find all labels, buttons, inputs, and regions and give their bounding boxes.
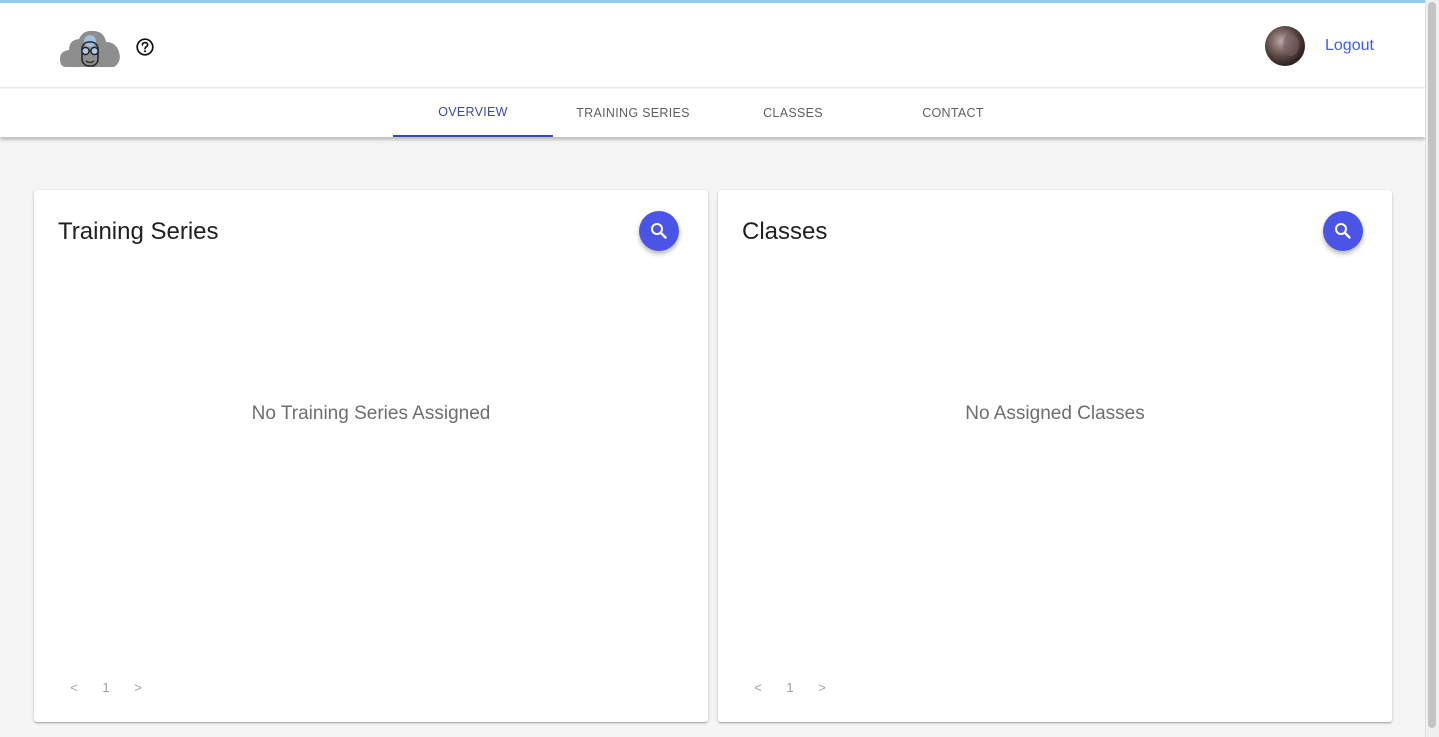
search-icon (651, 223, 667, 239)
tab-overview[interactable]: OVERVIEW (393, 89, 553, 137)
user-avatar[interactable] (1265, 26, 1305, 66)
logout-link[interactable]: Logout (1325, 37, 1374, 55)
search-training-series-button[interactable] (639, 211, 679, 251)
pagination: < 1 > (742, 680, 838, 695)
main-tabs: OVERVIEW TRAINING SERIES CLASSES CONTACT (0, 89, 1425, 137)
page-number[interactable]: 1 (90, 680, 122, 695)
next-page-button[interactable]: > (122, 680, 154, 695)
empty-state-message: No Assigned Classes (965, 403, 1145, 424)
app-header: Logout (0, 3, 1425, 88)
pagination: < 1 > (58, 680, 154, 695)
question-circle-icon[interactable] (135, 37, 155, 57)
cloud-glasses-logo-icon[interactable] (58, 25, 122, 73)
card-title: Classes (742, 218, 828, 245)
page-number[interactable]: 1 (774, 680, 806, 695)
scrollbar-thumb[interactable] (1428, 2, 1436, 728)
next-page-button[interactable]: > (806, 680, 838, 695)
card-title: Training Series (58, 218, 219, 245)
training-series-card: Training Series No Training Series Assig… (34, 190, 708, 722)
tab-contact[interactable]: CONTACT (873, 89, 1033, 137)
prev-page-button[interactable]: < (742, 680, 774, 695)
tab-classes[interactable]: CLASSES (713, 89, 873, 137)
search-icon (1335, 223, 1351, 239)
empty-state-message: No Training Series Assigned (251, 403, 491, 424)
tab-training-series[interactable]: TRAINING SERIES (553, 89, 713, 137)
app-page: Logout OVERVIEW TRAINING SERIES CLASSES … (0, 0, 1439, 737)
prev-page-button[interactable]: < (58, 680, 90, 695)
search-classes-button[interactable] (1323, 211, 1363, 251)
classes-card: Classes No Assigned Classes < 1 > (718, 190, 1392, 722)
